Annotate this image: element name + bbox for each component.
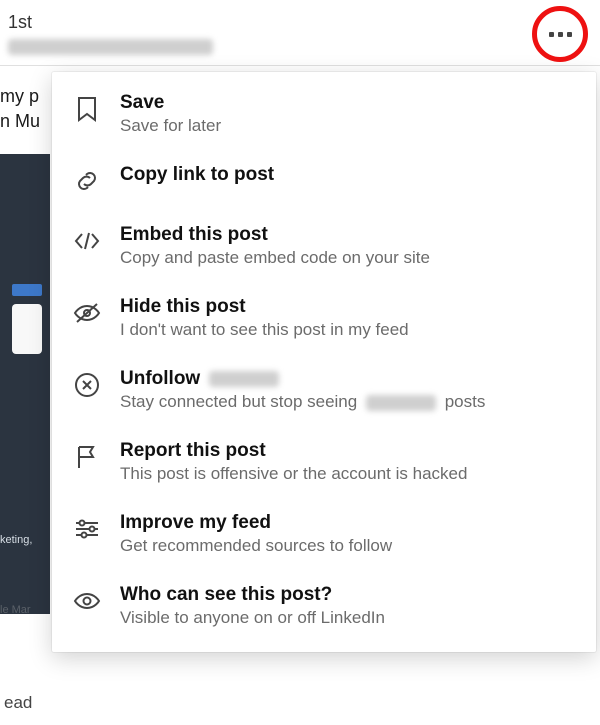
menu-item-hide[interactable]: Hide this post I don't want to see this … (52, 282, 596, 354)
menu-item-title: Embed this post (120, 224, 430, 246)
redacted-name (366, 395, 436, 411)
post-actions-menu: Save Save for later Copy link to post Em… (52, 72, 596, 652)
overflow-button-highlight (532, 6, 588, 62)
bookmark-icon (72, 94, 102, 124)
unfollow-sub-prefix: Stay connected but stop seeing (120, 392, 357, 411)
menu-item-title: Hide this post (120, 296, 409, 318)
connection-degree: 1st (0, 0, 600, 33)
menu-item-subtitle: Stay connected but stop seeing posts (120, 392, 485, 412)
redacted-name (209, 371, 279, 387)
menu-item-title: Report this post (120, 440, 467, 462)
menu-item-improve-feed[interactable]: Improve my feed Get recommended sources … (52, 498, 596, 570)
menu-item-subtitle: Get recommended sources to follow (120, 536, 392, 556)
code-icon (72, 226, 102, 256)
menu-item-subtitle: Save for later (120, 116, 221, 136)
menu-item-subtitle: This post is offensive or the account is… (120, 464, 467, 484)
preview-panel (12, 304, 42, 354)
menu-item-title: Improve my feed (120, 512, 392, 534)
sliders-icon (72, 514, 102, 544)
menu-item-subtitle: Copy and paste embed code on your site (120, 248, 430, 268)
unfollow-sub-suffix: posts (445, 392, 486, 411)
menu-item-embed[interactable]: Embed this post Copy and paste embed cod… (52, 210, 596, 282)
menu-item-subtitle: Visible to anyone on or off LinkedIn (120, 608, 385, 628)
menu-item-title: Copy link to post (120, 164, 274, 186)
menu-item-copy-link[interactable]: Copy link to post (52, 150, 596, 210)
menu-item-title: Who can see this post? (120, 584, 385, 606)
menu-item-unfollow[interactable]: Unfollow Stay connected but stop seeing … (52, 354, 596, 426)
preview-label-2: le Mar (0, 604, 31, 616)
menu-item-report[interactable]: Report this post This post is offensive … (52, 426, 596, 498)
link-icon (72, 166, 102, 196)
unfollow-prefix: Unfollow (120, 368, 200, 389)
menu-item-subtitle: I don't want to see this post in my feed (120, 320, 409, 340)
flag-icon (72, 442, 102, 472)
footer-fragment: ead (4, 693, 32, 713)
ellipsis-icon (549, 32, 572, 37)
preview-accent (12, 284, 42, 296)
menu-item-save[interactable]: Save Save for later (52, 78, 596, 150)
menu-item-title: Save (120, 92, 221, 114)
preview-label-1: keting, (0, 534, 32, 546)
menu-item-visibility[interactable]: Who can see this post? Visible to anyone… (52, 570, 596, 642)
menu-item-title: Unfollow (120, 368, 485, 390)
link-preview-card: keting, le Mar (0, 154, 50, 614)
x-circle-icon (72, 370, 102, 400)
author-subtitle-redacted (8, 39, 213, 55)
eye-icon (72, 586, 102, 616)
eye-off-icon (72, 298, 102, 328)
post-overflow-button[interactable] (542, 16, 578, 52)
